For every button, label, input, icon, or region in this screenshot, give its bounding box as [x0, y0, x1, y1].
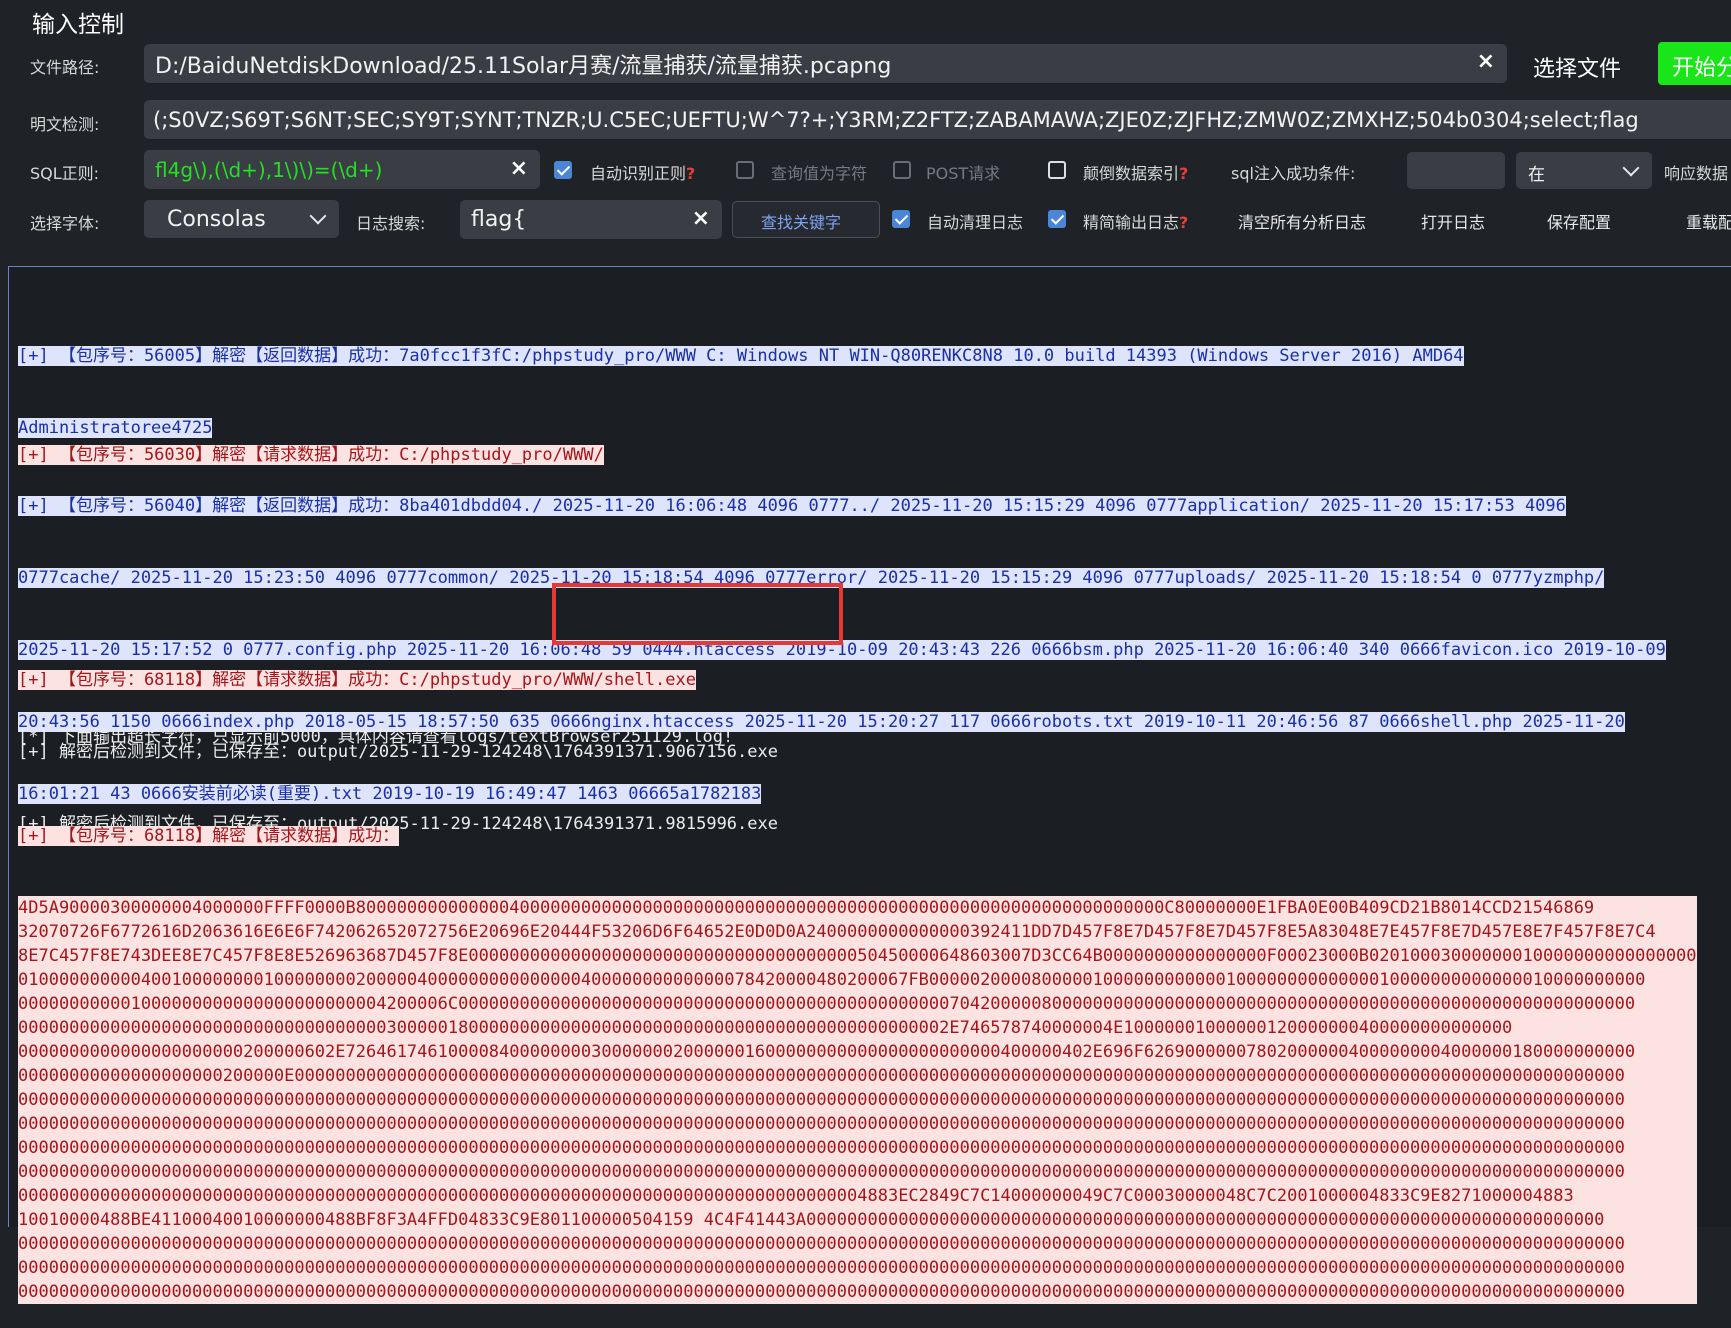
reverse-index-label: 颠倒数据索引? — [1083, 164, 1189, 183]
plaintext-detect-value: (;S0VZ;S69T;S6NT;SEC;SY9T;SYNT;TNZR;U.C5… — [153, 107, 1639, 132]
hex-line: 0000000000000000000000000000000000000000… — [18, 1282, 1625, 1302]
hex-line: 10010000488BE41100040010000000488BF8F3A4… — [18, 1210, 1605, 1230]
start-button[interactable]: 开始分 — [1658, 42, 1731, 85]
auto-clear-log-checkbox[interactable] — [892, 210, 910, 228]
find-keyword-label: 查找关键字 — [761, 213, 842, 232]
font-select-label: 选择字体: — [30, 214, 100, 233]
help-icon: ? — [686, 164, 696, 183]
hex-line: 0000000000010000000000000000000000042000… — [18, 994, 1636, 1014]
help-icon: ? — [1179, 213, 1189, 232]
sqli-condition-label: sql注入成功条件: — [1231, 164, 1356, 183]
post-request-label: POST请求 — [926, 164, 1001, 183]
hex-dump: 4D5A90000300000004000000FFFF0000B8000000… — [18, 896, 1697, 1304]
hex-line: 0000000000000000000000000000000000003000… — [18, 1018, 1513, 1038]
start-button-label: 开始分 — [1672, 56, 1731, 81]
post-request-checkbox[interactable] — [893, 161, 911, 179]
reverse-index-checkbox[interactable] — [1048, 161, 1066, 179]
log-search-input[interactable]: flag{ × — [460, 200, 722, 239]
auto-regex-label: 自动识别正则? — [590, 164, 696, 183]
annotation-highlight-box — [552, 583, 843, 645]
sql-regex-input[interactable]: fl4g\),(\d+),1\)\)=(\d+) × — [144, 150, 540, 189]
sqli-condition-input[interactable] — [1407, 152, 1505, 189]
font-select[interactable]: Consolas — [144, 200, 339, 238]
sql-regex-value: fl4g\),(\d+),1\)\)=(\d+) — [155, 157, 383, 182]
file-path-label: 文件路径: — [30, 58, 100, 77]
chevron-down-icon — [1622, 159, 1640, 177]
response-data-label: 响应数据 — [1664, 164, 1729, 183]
hex-line: 8E7C457F8E743DEE8E7C457F8E8E526963687D45… — [18, 946, 1697, 966]
log-line: [+] 【包序号：68118】解密【请求数据】成功：C:/phpstudy_pr… — [18, 670, 696, 690]
hex-line: 4D5A90000300000004000000FFFF0000B8000000… — [18, 898, 1595, 918]
find-keyword-button[interactable]: 查找关键字 — [732, 201, 880, 238]
hex-line: 00000000000000000000200000E0000000000000… — [18, 1066, 1625, 1086]
auto-regex-checkbox[interactable] — [554, 161, 572, 179]
font-select-value: Consolas — [167, 207, 266, 232]
condition-select-value: 在 — [1528, 165, 1545, 185]
save-config-button[interactable]: 保存配置 — [1547, 209, 1611, 233]
hex-line: 0000000000000000000000000000000000000000… — [18, 1090, 1625, 1110]
file-path-input[interactable]: D:/BaiduNetdiskDownload/25.11Solar月赛/流量捕… — [144, 44, 1507, 83]
log-line: [+] 【包序号：56005】解密【返回数据】成功：7a0fcc1f3fC:/p… — [18, 346, 1464, 366]
simplify-log-checkbox[interactable] — [1048, 210, 1066, 228]
open-log-button[interactable]: 打开日志 — [1421, 209, 1485, 233]
plaintext-detect-label: 明文检测: — [30, 115, 100, 134]
hex-line: 0000000000000000000000000000000000000000… — [18, 1186, 1574, 1206]
plaintext-detect-input[interactable]: (;S0VZ;S69T;S6NT;SEC;SY9T;SYNT;TNZR;U.C5… — [144, 100, 1731, 139]
log-notice: [*] 下面输出超长字符，只显示前5000，具体内容请查看logs/textBr… — [18, 727, 734, 747]
hex-line: 0000000000000000000000000000000000000000… — [18, 1258, 1625, 1278]
clear-all-logs-button[interactable]: 清空所有分析日志 — [1238, 209, 1366, 233]
simplify-log-label: 精简输出日志? — [1083, 213, 1189, 232]
query-as-char-checkbox[interactable] — [736, 161, 754, 179]
hex-line: 0000000000000000000000000000000000000000… — [18, 1114, 1625, 1134]
clear-icon[interactable]: × — [692, 208, 710, 230]
hex-line: 32070726F6772616D2063616E6E6F74206265207… — [18, 922, 1656, 942]
log-line: [+] 【包序号：68118】解密【请求数据】成功： — [18, 826, 400, 846]
log-search-label: 日志搜索: — [356, 214, 426, 233]
hex-line: 0000000000000000000000000000000000000000… — [18, 1234, 1625, 1254]
file-path-value: D:/BaiduNetdiskDownload/25.11Solar月赛/流量捕… — [155, 53, 892, 79]
sql-regex-label: SQL正则: — [30, 164, 100, 183]
hex-line: 0100000000004001000000001000000002000004… — [18, 970, 1646, 990]
select-file-button[interactable]: 选择文件 — [1533, 51, 1621, 83]
chevron-down-icon — [309, 207, 327, 225]
reload-config-button[interactable]: 重载配 — [1686, 209, 1731, 233]
clear-icon[interactable]: × — [1477, 51, 1495, 73]
auto-clear-log-label: 自动清理日志 — [927, 213, 1024, 232]
condition-select[interactable]: 在 — [1516, 152, 1652, 189]
log-line: [+] 【包序号：56040】解密【返回数据】成功：8ba401dbdd04./… — [18, 496, 1566, 516]
help-icon: ? — [1179, 164, 1189, 183]
clear-icon[interactable]: × — [510, 158, 528, 180]
hex-line: 0000000000000000000000000000000000000000… — [18, 1138, 1625, 1158]
hex-line: 0000000000000000000000200000602E72646174… — [18, 1042, 1636, 1062]
hex-line: 0000000000000000000000000000000000000000… — [18, 1162, 1625, 1182]
query-as-char-label: 查询值为字符 — [771, 164, 868, 183]
log-search-value: flag{ — [471, 207, 527, 232]
section-title: 输入控制 — [32, 12, 124, 38]
log-entry-68118-hex: [+] 【包序号：68118】解密【请求数据】成功： 4D5A900003000… — [18, 776, 1697, 1328]
